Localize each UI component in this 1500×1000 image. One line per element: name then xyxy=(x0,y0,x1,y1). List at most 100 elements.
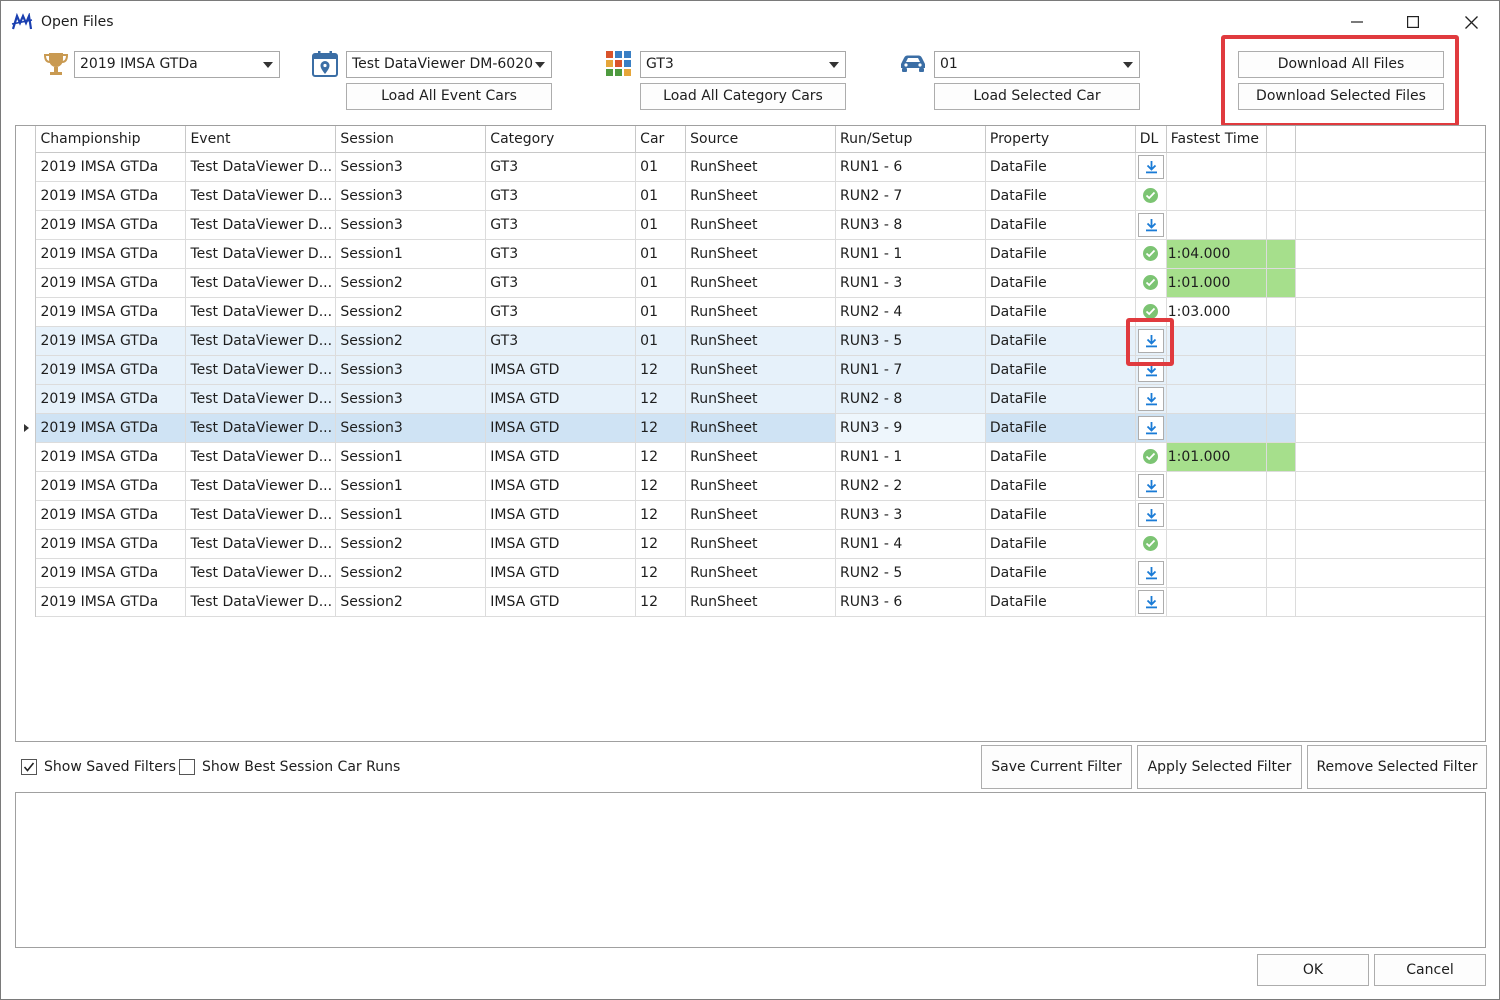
table-row[interactable]: 2019 IMSA GTDa Test DataViewer D... Sessio… xyxy=(16,384,1485,414)
download-button[interactable] xyxy=(1137,328,1164,353)
downloaded-check-icon xyxy=(1143,449,1159,464)
download-all-files-button[interactable]: Download All Files xyxy=(1238,51,1444,78)
blank-cell xyxy=(1266,500,1296,530)
row-indicator[interactable] xyxy=(16,355,37,384)
row-indicator[interactable] xyxy=(16,268,37,297)
download-cell[interactable] xyxy=(1135,413,1167,443)
download-button[interactable] xyxy=(1137,589,1164,614)
row-indicator[interactable] xyxy=(16,297,37,326)
download-button[interactable] xyxy=(1137,357,1164,382)
column-header[interactable]: Session xyxy=(335,126,487,153)
row-indicator[interactable] xyxy=(16,471,37,500)
load-all-event-cars-button[interactable]: Load All Event Cars xyxy=(346,83,552,110)
table-row[interactable]: 2019 IMSA GTDa Test DataViewer D... Sessio… xyxy=(16,558,1485,588)
column-header[interactable]: DL xyxy=(1135,126,1167,153)
download-button[interactable] xyxy=(1137,560,1164,585)
row-indicator[interactable] xyxy=(16,442,37,471)
download-cell[interactable] xyxy=(1135,558,1167,588)
table-row[interactable]: 2019 IMSA GTDa Test DataViewer D... Sessio… xyxy=(16,529,1485,559)
show-best-session-car-runs-checkbox[interactable]: Show Best Session Car Runs xyxy=(179,759,400,775)
download-button[interactable] xyxy=(1137,386,1164,411)
files-grid[interactable]: Championship Event Session Category Car … xyxy=(15,125,1486,742)
championship-cell: 2019 IMSA GTDa xyxy=(35,442,187,472)
load-all-category-cars-button[interactable]: Load All Category Cars xyxy=(640,83,846,110)
session-cell: Session3 xyxy=(335,413,487,443)
download-cell[interactable] xyxy=(1135,500,1167,530)
session-cell: Session1 xyxy=(335,239,487,269)
table-row[interactable]: 2019 IMSA GTDa Test DataViewer D... Sessio… xyxy=(16,181,1485,211)
download-button[interactable] xyxy=(1137,212,1164,237)
run-setup-cell: RUN2 - 8 xyxy=(835,384,986,414)
download-selected-files-button[interactable]: Download Selected Files xyxy=(1238,83,1444,110)
table-row[interactable]: 2019 IMSA GTDa Test DataViewer D... Sessio… xyxy=(16,239,1485,269)
download-button[interactable] xyxy=(1137,502,1164,527)
download-cell[interactable] xyxy=(1135,384,1167,414)
saved-filters-list[interactable] xyxy=(15,792,1486,948)
download-cell[interactable] xyxy=(1135,471,1167,501)
ok-button[interactable]: OK xyxy=(1257,954,1369,986)
row-indicator[interactable] xyxy=(16,413,37,442)
run-setup-cell: RUN3 - 5 xyxy=(835,326,986,356)
apply-selected-filter-button[interactable]: Apply Selected Filter xyxy=(1137,745,1302,789)
row-indicator[interactable] xyxy=(16,500,37,529)
download-cell[interactable] xyxy=(1135,326,1167,356)
column-header[interactable]: Car xyxy=(635,126,687,153)
table-row[interactable]: 2019 IMSA GTDa Test DataViewer D... Sessio… xyxy=(16,297,1485,327)
car-select[interactable]: 01 xyxy=(934,51,1140,78)
column-header[interactable]: Championship xyxy=(35,126,187,153)
row-indicator[interactable] xyxy=(16,529,37,558)
row-indicator-header xyxy=(16,126,37,152)
event-select[interactable]: Test DataViewer DM-6020 xyxy=(346,51,552,78)
table-row[interactable]: 2019 IMSA GTDa Test DataViewer D... Sessio… xyxy=(16,355,1485,385)
load-selected-car-button[interactable]: Load Selected Car xyxy=(934,83,1140,110)
filler-cell xyxy=(1295,558,1485,588)
maximize-button[interactable] xyxy=(1385,1,1441,43)
event-cell: Test DataViewer D... xyxy=(185,268,337,298)
row-indicator[interactable] xyxy=(16,587,37,616)
download-button[interactable] xyxy=(1137,154,1164,179)
table-row[interactable]: 2019 IMSA GTDa Test DataViewer D... Sessio… xyxy=(16,152,1485,182)
table-row[interactable]: 2019 IMSA GTDa Test DataViewer D... Sessio… xyxy=(16,268,1485,298)
row-indicator[interactable] xyxy=(16,558,37,587)
category-cell: GT3 xyxy=(485,181,637,211)
column-header[interactable]: Fastest Time xyxy=(1166,126,1267,153)
cancel-button[interactable]: Cancel xyxy=(1374,954,1486,986)
table-row[interactable]: 2019 IMSA GTDa Test DataViewer D... Sessio… xyxy=(16,326,1485,356)
table-row[interactable]: 2019 IMSA GTDa Test DataViewer D... Sessio… xyxy=(16,413,1485,443)
download-button[interactable] xyxy=(1137,473,1164,498)
download-button[interactable] xyxy=(1137,415,1164,440)
show-saved-filters-checkbox[interactable]: Show Saved Filters xyxy=(21,759,176,775)
minimize-button[interactable] xyxy=(1329,1,1385,43)
remove-selected-filter-button[interactable]: Remove Selected Filter xyxy=(1307,745,1487,789)
table-row[interactable]: 2019 IMSA GTDa Test DataViewer D... Sessio… xyxy=(16,471,1485,501)
table-row[interactable]: 2019 IMSA GTDa Test DataViewer D... Sessio… xyxy=(16,587,1485,617)
column-header[interactable]: Source xyxy=(685,126,837,153)
row-indicator[interactable] xyxy=(16,384,37,413)
row-indicator[interactable] xyxy=(16,152,37,181)
save-current-filter-button[interactable]: Save Current Filter xyxy=(981,745,1132,789)
title-bar: Open Files xyxy=(1,1,1499,43)
property-cell: DataFile xyxy=(985,181,1136,211)
download-cell[interactable] xyxy=(1135,210,1167,240)
row-indicator[interactable] xyxy=(16,210,37,239)
column-header[interactable]: Run/Setup xyxy=(835,126,986,153)
championship-cell: 2019 IMSA GTDa xyxy=(35,152,187,182)
source-cell: RunSheet xyxy=(685,413,837,443)
table-row[interactable]: 2019 IMSA GTDa Test DataViewer D... Sessio… xyxy=(16,210,1485,240)
column-header[interactable]: Category xyxy=(485,126,637,153)
download-cell[interactable] xyxy=(1135,355,1167,385)
row-indicator[interactable] xyxy=(16,326,37,355)
filler-cell xyxy=(1295,384,1485,414)
championship-select[interactable]: 2019 IMSA GTDa xyxy=(74,51,280,78)
table-row[interactable]: 2019 IMSA GTDa Test DataViewer D... Sessio… xyxy=(16,442,1485,472)
category-select[interactable]: GT3 xyxy=(640,51,846,78)
download-cell[interactable] xyxy=(1135,587,1167,617)
close-button[interactable] xyxy=(1443,1,1499,43)
row-indicator[interactable] xyxy=(16,181,37,210)
column-header[interactable]: Property xyxy=(985,126,1136,153)
table-row[interactable]: 2019 IMSA GTDa Test DataViewer D... Sessio… xyxy=(16,500,1485,530)
download-cell[interactable] xyxy=(1135,152,1167,182)
column-header[interactable]: Event xyxy=(185,126,337,153)
run-setup-cell: RUN1 - 1 xyxy=(835,239,986,269)
row-indicator[interactable] xyxy=(16,239,37,268)
